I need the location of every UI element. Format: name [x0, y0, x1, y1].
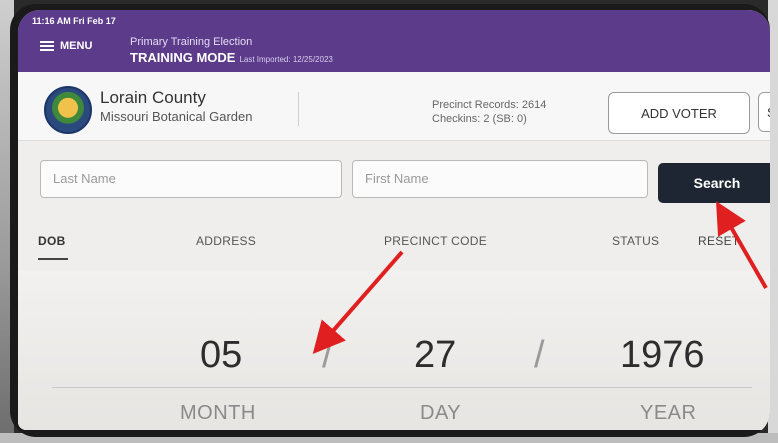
election-name: Primary Training Election	[130, 36, 253, 48]
dob-day-label: DAY	[420, 402, 462, 424]
dob-separator: /	[322, 334, 333, 376]
first-name-input[interactable]: First Name	[352, 160, 648, 198]
dob-day-value[interactable]: 27	[414, 334, 456, 377]
county-seal-logo	[44, 86, 92, 134]
training-mode-label: TRAINING MODE Last Imported: 12/25/2023	[130, 50, 333, 65]
menu-button[interactable]: MENU	[40, 40, 92, 52]
dob-separator: /	[534, 334, 545, 376]
checkins-count: Checkins: 2 (SB: 0)	[432, 113, 527, 125]
dob-month-label: MONTH	[180, 402, 256, 424]
header-bar: 11:16 AM Fri Feb 17 MENU Primary Trainin…	[18, 10, 770, 72]
county-bar: Lorain County Missouri Botanical Garden …	[18, 72, 770, 141]
menu-label: MENU	[60, 40, 93, 52]
precinct-records: Precinct Records: 2614	[432, 99, 547, 111]
tab-dob[interactable]: DOB	[38, 234, 66, 248]
status-bar-time: 11:16 AM Fri Feb 17	[32, 16, 116, 26]
reset-button[interactable]: RESET	[698, 234, 740, 248]
tab-dob-active-indicator	[38, 258, 68, 260]
mode-text: TRAINING MODE	[130, 50, 236, 65]
add-voter-button[interactable]: ADD VOTER	[608, 92, 750, 134]
last-imported: Last Imported: 12/25/2023	[239, 55, 333, 64]
dob-year-label: YEAR	[640, 402, 697, 424]
tab-address[interactable]: ADDRESS	[196, 234, 256, 248]
polling-location: Missouri Botanical Garden	[100, 109, 253, 124]
last-name-input[interactable]: Last Name	[40, 160, 342, 198]
divider	[298, 92, 299, 126]
dob-underline	[52, 387, 752, 388]
tab-status[interactable]: STATUS	[612, 234, 659, 248]
county-name: Lorain County	[100, 88, 206, 107]
dob-month-value[interactable]: 05	[200, 334, 242, 377]
search-button[interactable]: Search	[658, 163, 770, 203]
dob-year-value[interactable]: 1976	[620, 334, 705, 377]
secondary-header-button[interactable]: S	[758, 92, 770, 132]
tab-precinct-code[interactable]: PRECINCT CODE	[384, 234, 487, 248]
precinct-stats: Precinct Records: 2614 Checkins: 2 (SB: …	[432, 98, 546, 126]
hamburger-menu-icon	[40, 41, 54, 51]
